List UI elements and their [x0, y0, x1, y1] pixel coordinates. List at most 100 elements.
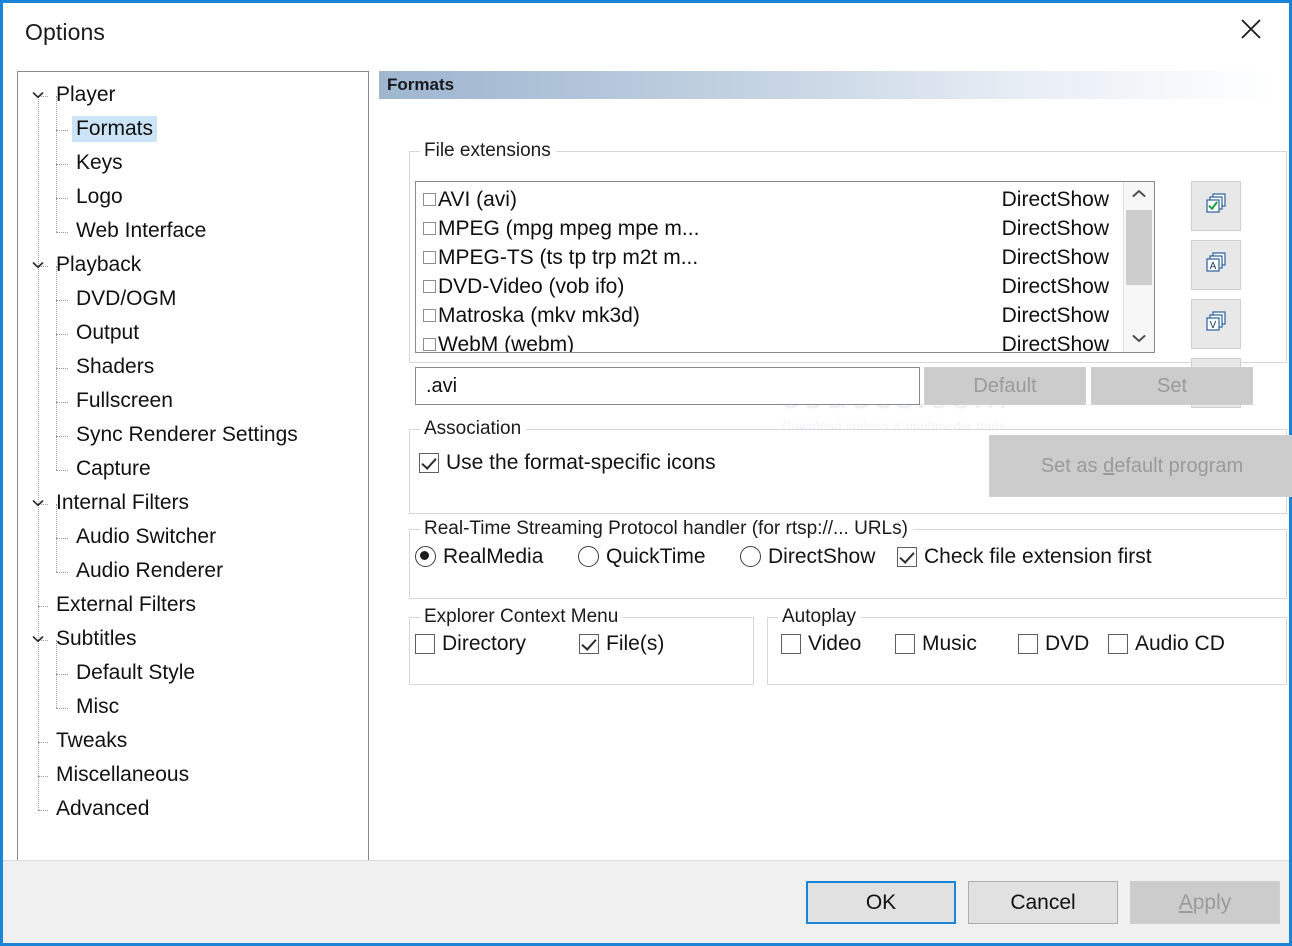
select-video-button[interactable]: V: [1191, 299, 1241, 349]
use-format-icons-label: Use the format-specific icons: [446, 452, 716, 473]
explorer-item-label: Directory: [442, 633, 526, 654]
chevron-down-icon[interactable]: [30, 257, 48, 275]
rtsp-option-realmedia[interactable]: RealMedia: [415, 546, 543, 567]
autoplay-audiocd-checkbox[interactable]: Audio CD: [1108, 633, 1225, 654]
sidebar-item-keys[interactable]: Keys: [18, 147, 368, 181]
explorer-directory-checkbox[interactable]: Directory: [415, 633, 526, 654]
select-all-video-icon: [1203, 191, 1229, 222]
explorer-files-checkbox[interactable]: File(s): [579, 633, 664, 654]
file-extension-checkbox[interactable]: [423, 222, 436, 235]
file-extension-checkbox[interactable]: [423, 193, 436, 206]
sidebar-item-external-filters[interactable]: External Filters: [18, 589, 368, 623]
sidebar-item-formats[interactable]: Formats: [18, 113, 368, 147]
sidebar-item-label: Tweaks: [52, 728, 131, 754]
file-extension-row[interactable]: MPEG-TS (ts tp trp m2t m...DirectShow: [416, 243, 1123, 272]
sidebar-item-label: External Filters: [52, 592, 200, 618]
sidebar-item-capture[interactable]: Capture: [18, 453, 368, 487]
file-extension-row[interactable]: DVD-Video (vob ifo)DirectShow: [416, 272, 1123, 301]
sidebar-item-subtitles[interactable]: Subtitles: [18, 623, 368, 657]
autoplay-music-checkbox[interactable]: Music: [895, 633, 977, 654]
set-default-program-button[interactable]: Set as default program: [989, 435, 1292, 497]
sidebar-item-web-interface[interactable]: Web Interface: [18, 215, 368, 249]
sidebar-item-dvd-ogm[interactable]: DVD/OGM: [18, 283, 368, 317]
file-extension-checkbox[interactable]: [423, 309, 436, 322]
chevron-down-icon[interactable]: [30, 87, 48, 105]
check-extension-first-checkbox[interactable]: Check file extension first: [897, 546, 1152, 567]
dialog-body: PlayerFormatsKeysLogoWeb InterfacePlayba…: [3, 61, 1289, 860]
sidebar-item-internal-filters[interactable]: Internal Filters: [18, 487, 368, 521]
ok-button[interactable]: OK: [806, 881, 956, 924]
select-all-video-button[interactable]: [1191, 181, 1241, 231]
autoplay-video-checkbox[interactable]: Video: [781, 633, 861, 654]
file-extension-checkbox[interactable]: [423, 251, 436, 264]
sidebar-item-label: Shaders: [72, 354, 158, 380]
sidebar-item-fullscreen[interactable]: Fullscreen: [18, 385, 368, 419]
scroll-down-button[interactable]: [1124, 326, 1154, 352]
file-extension-row[interactable]: MPEG (mpg mpeg mpe m...DirectShow: [416, 214, 1123, 243]
sidebar-item-logo[interactable]: Logo: [18, 181, 368, 215]
sidebar-item-label: Miscellaneous: [52, 762, 193, 788]
radio-button: [740, 546, 761, 567]
sidebar-item-tweaks[interactable]: Tweaks: [18, 725, 368, 759]
sidebar-item-label: Capture: [72, 456, 155, 482]
options-dialog: Options PlayerFormatsKeysLogoWeb Interfa…: [0, 0, 1292, 946]
sidebar-item-shaders[interactable]: Shaders: [18, 351, 368, 385]
use-format-icons-checkbox[interactable]: Use the format-specific icons: [419, 452, 716, 473]
file-extension-checkbox[interactable]: [423, 280, 436, 293]
sidebar-item-audio-switcher[interactable]: Audio Switcher: [18, 521, 368, 555]
close-button[interactable]: [1223, 7, 1279, 51]
sidebar-item-miscellaneous[interactable]: Miscellaneous: [18, 759, 368, 793]
extension-input[interactable]: [415, 367, 920, 405]
chevron-down-icon: [1132, 330, 1146, 348]
checkbox-box: [781, 634, 801, 654]
autoplay-item-label: Audio CD: [1135, 633, 1225, 654]
file-extension-name: AVI (avi): [438, 189, 517, 210]
default-button[interactable]: Default: [924, 367, 1086, 405]
settings-tree[interactable]: PlayerFormatsKeys Logo Web Interface Playba…: [17, 71, 369, 879]
sidebar-item-audio-renderer[interactable]: Audio Renderer: [18, 555, 368, 589]
apply-button[interactable]: Apply: [1130, 881, 1280, 924]
formats-panel: Formats File extensions AVI (avi)DirectS…: [379, 71, 1279, 879]
sidebar-item-label: Audio Switcher: [72, 524, 220, 550]
sidebar-item-default-style[interactable]: Default Style: [18, 657, 368, 691]
sidebar-item-player[interactable]: Player: [18, 79, 368, 113]
file-extension-engine: DirectShow: [1002, 305, 1109, 326]
select-audio-button[interactable]: A: [1191, 240, 1241, 290]
scrollbar-track[interactable]: [1124, 208, 1154, 326]
checkbox-box: [1018, 634, 1038, 654]
rtsp-option-label: QuickTime: [606, 546, 706, 567]
rtsp-option-quicktime[interactable]: QuickTime: [578, 546, 706, 567]
file-extension-name: WebM (webm): [438, 334, 574, 353]
sidebar-item-label: Playback: [52, 252, 145, 278]
sidebar-item-label: Internal Filters: [52, 490, 193, 516]
chevron-down-icon[interactable]: [30, 495, 48, 513]
rtsp-option-label: RealMedia: [443, 546, 543, 567]
chevron-up-icon: [1132, 186, 1146, 204]
cancel-button[interactable]: Cancel: [968, 881, 1118, 924]
sidebar-item-sync-renderer-settings[interactable]: Sync Renderer Settings: [18, 419, 368, 453]
sidebar-item-label: Fullscreen: [72, 388, 177, 414]
file-extension-name: MPEG (mpg mpeg mpe m...: [438, 218, 699, 239]
scroll-up-button[interactable]: [1124, 182, 1154, 208]
sidebar-item-output[interactable]: Output: [18, 317, 368, 351]
file-extension-row[interactable]: Matroska (mkv mk3d)DirectShow: [416, 301, 1123, 330]
file-extension-row[interactable]: WebM (webm)DirectShow: [416, 330, 1123, 353]
scrollbar-thumb[interactable]: [1126, 210, 1152, 285]
file-extensions-list[interactable]: AVI (avi)DirectShowMPEG (mpg mpeg mpe m.…: [415, 181, 1155, 353]
sidebar-item-label: Logo: [72, 184, 127, 210]
file-extension-checkbox[interactable]: [423, 338, 436, 351]
sidebar-item-advanced[interactable]: Advanced: [18, 793, 368, 827]
sidebar-item-playback[interactable]: Playback: [18, 249, 368, 283]
svg-text:V: V: [1210, 320, 1217, 331]
svg-text:A: A: [1210, 261, 1217, 272]
file-extension-row[interactable]: AVI (avi)DirectShow: [416, 185, 1123, 214]
chevron-down-icon[interactable]: [30, 631, 48, 649]
file-extensions-group-label: File extensions: [420, 140, 556, 162]
sidebar-item-misc[interactable]: Misc: [18, 691, 368, 725]
panel-header-title: Formats: [387, 75, 454, 95]
list-scrollbar[interactable]: [1123, 182, 1154, 352]
set-button[interactable]: Set: [1091, 367, 1253, 405]
sidebar-item-label: Sync Renderer Settings: [72, 422, 302, 448]
autoplay-dvd-checkbox[interactable]: DVD: [1018, 633, 1089, 654]
rtsp-option-directshow[interactable]: DirectShow: [740, 546, 875, 567]
